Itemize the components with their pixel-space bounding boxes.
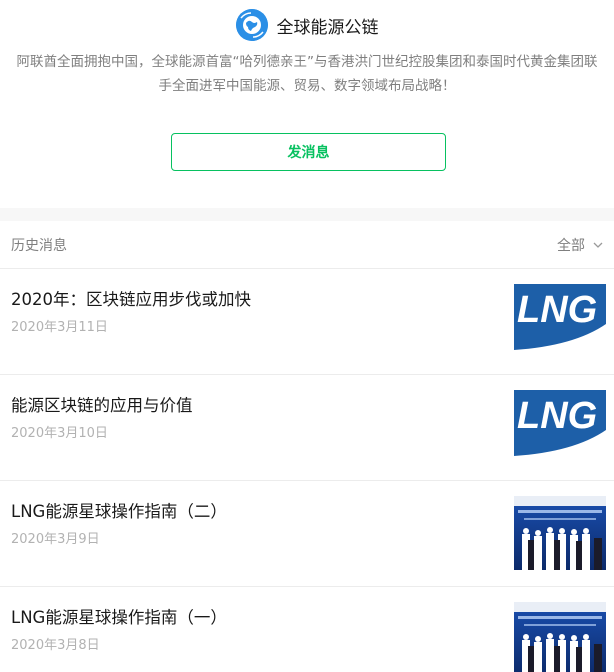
chevron-down-icon xyxy=(593,242,603,248)
svg-text:LNG: LNG xyxy=(517,289,597,331)
article-item[interactable]: LNG能源星球操作指南（一） 2020年3月8日 xyxy=(0,587,614,672)
account-avatar[interactable] xyxy=(235,9,268,41)
section-divider xyxy=(0,208,614,221)
filter-label: 全部 xyxy=(557,237,585,254)
article-date: 2020年3月9日 xyxy=(11,532,100,547)
account-description: 阿联酋全面拥抱中国，全球能源首富“哈列德亲王”与香港洪门世纪控股集团和泰国时代黄… xyxy=(16,54,598,94)
svg-text:LNG: LNG xyxy=(517,395,597,437)
article-date: 2020年3月8日 xyxy=(11,638,100,653)
article-title: LNG能源星球操作指南（一） xyxy=(11,608,227,627)
article-title: 能源区块链的应用与价值 xyxy=(11,396,193,415)
article-thumbnail: LNG xyxy=(514,390,606,464)
article-title: 2020年：区块链应用步伐或加快 xyxy=(11,290,251,309)
history-title: 历史消息 xyxy=(11,237,67,254)
account-name: 全球能源公链 xyxy=(276,17,379,38)
globe-logo-icon xyxy=(235,9,268,41)
article-title: LNG能源星球操作指南（二） xyxy=(11,502,227,521)
article-thumbnail xyxy=(514,496,606,570)
article-thumbnail xyxy=(514,602,606,672)
history-header: 历史消息 全部 xyxy=(0,221,614,269)
article-thumbnail: LNG xyxy=(514,284,606,358)
account-profile: 全球能源公链 阿联酋全面拥抱中国，全球能源首富“哈列德亲王”与香港洪门世纪控股集… xyxy=(0,0,614,208)
article-date: 2020年3月11日 xyxy=(11,320,108,335)
article-item[interactable]: 2020年：区块链应用步伐或加快 2020年3月11日 LNG xyxy=(0,269,614,375)
send-message-button[interactable]: 发消息 xyxy=(171,133,446,171)
account-header: 全球能源公链 xyxy=(0,9,614,41)
history-filter[interactable]: 全部 xyxy=(557,235,604,255)
article-item[interactable]: 能源区块链的应用与价值 2020年3月10日 LNG xyxy=(0,375,614,481)
event-photo xyxy=(514,496,606,570)
article-date: 2020年3月10日 xyxy=(11,426,108,441)
article-item[interactable]: LNG能源星球操作指南（二） 2020年3月9日 xyxy=(0,481,614,587)
event-photo xyxy=(514,602,606,672)
